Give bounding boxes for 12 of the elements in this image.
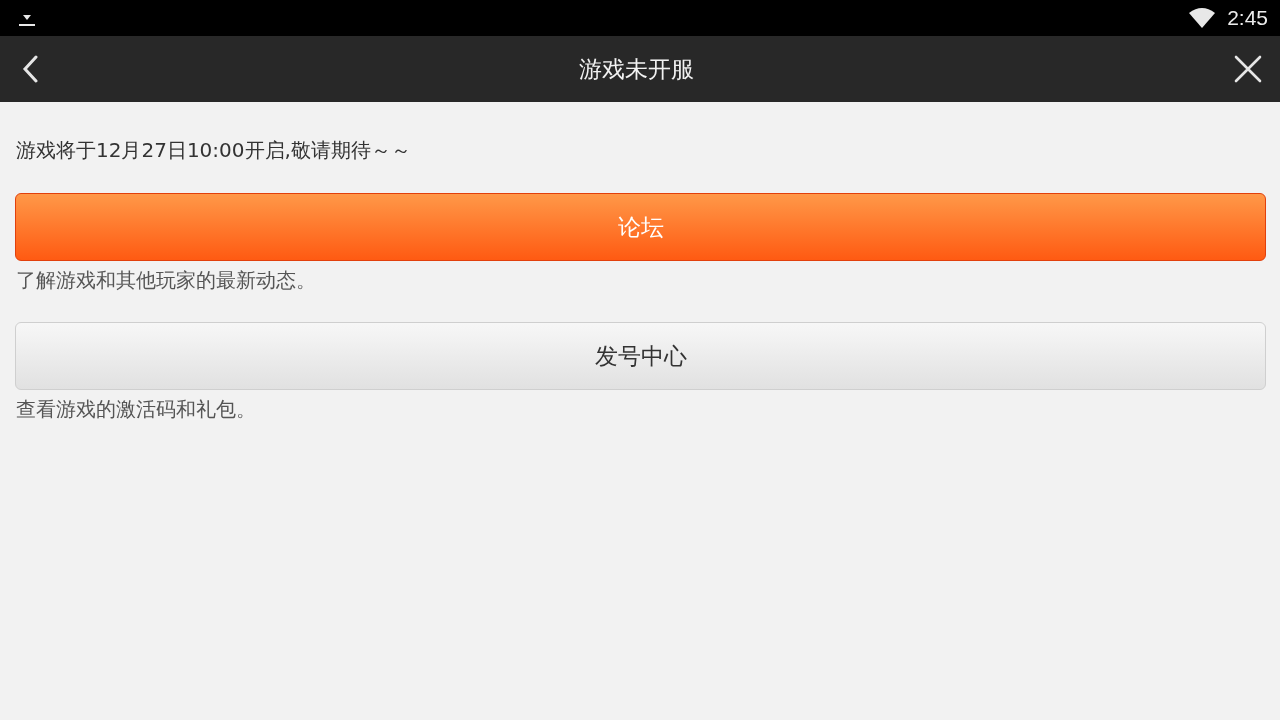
close-icon <box>1234 55 1262 83</box>
download-icon <box>18 15 36 27</box>
clock-time: 2:45 <box>1227 6 1268 30</box>
back-button[interactable] <box>22 55 38 83</box>
back-chevron-icon <box>22 55 38 83</box>
action-description: 查看游戏的激活码和礼包。 <box>16 396 256 423</box>
action-button[interactable]: 发号中心 <box>15 322 1266 390</box>
close-button[interactable] <box>1234 55 1262 83</box>
action-description: 了解游戏和其他玩家的最新动态。 <box>16 267 316 294</box>
notice-text: 游戏将于12月27日10:00开启,敬请期待～～ <box>16 137 411 164</box>
wifi-icon <box>1189 8 1216 28</box>
page-title: 游戏未开服 <box>578 54 694 84</box>
